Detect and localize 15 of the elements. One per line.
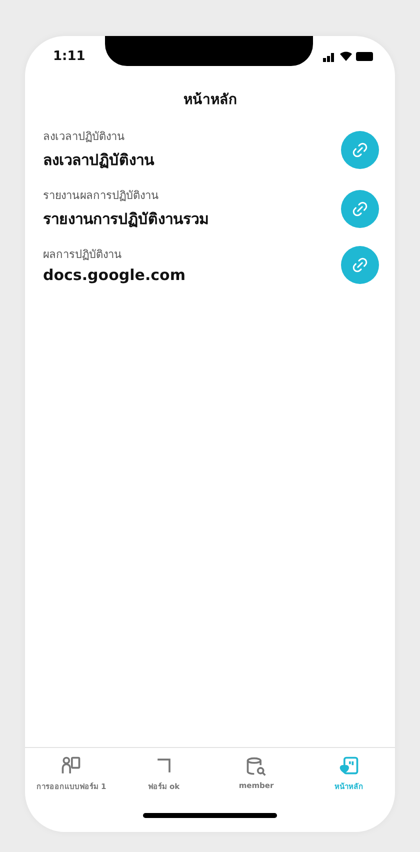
link-title: ลงเวลาปฏิบัติงาน — [43, 150, 154, 171]
person-icon — [60, 754, 82, 776]
link-caption: ผลการปฏิบัติงาน — [43, 247, 123, 263]
link-caption: รายงานผลการปฏิบัติงาน — [43, 188, 160, 204]
link-button[interactable] — [341, 246, 379, 284]
link-button[interactable] — [341, 190, 379, 228]
heart-document-icon — [338, 754, 360, 776]
database-search-icon — [245, 756, 268, 778]
link-title: รายงานการปฏิบัติงานรวม — [43, 209, 209, 230]
link-button[interactable] — [341, 130, 379, 168]
link-caption: ลงเวลาปฏิบัติงาน — [43, 129, 126, 145]
link-title: docs.google.com — [43, 266, 186, 284]
status-time: 1:11 — [53, 48, 86, 64]
status-icons — [323, 50, 373, 62]
screen-title: หน้าหลัก — [182, 91, 238, 110]
